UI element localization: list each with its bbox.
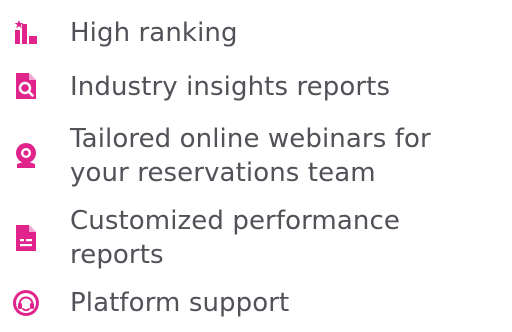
feature-label: Tailored online webinars for your reserv… [70,122,506,190]
report-document-icon [12,224,40,252]
feature-item-performance-reports: Customized performance reports [0,202,512,274]
feature-label-line: reports [70,240,164,270]
bar-chart-star-icon [12,18,40,46]
feature-label-line: Tailored online webinars for [70,124,431,154]
feature-list: High ranking Industry insights reports T… [0,0,512,332]
feature-label-line: Customized performance [70,206,400,236]
feature-label: Platform support [70,288,290,318]
feature-label: High ranking [70,18,238,48]
feature-item-platform-support: Platform support [0,284,512,324]
feature-item-high-ranking: High ranking [0,14,512,54]
document-search-icon [12,72,40,100]
feature-label: Customized performance reports [70,204,506,272]
webcam-icon [12,142,40,170]
headset-support-icon [12,289,40,317]
feature-item-webinars: Tailored online webinars for your reserv… [0,120,512,192]
feature-label: Industry insights reports [70,72,391,102]
feature-label-line: your reservations team [70,158,376,188]
feature-item-industry-insights: Industry insights reports [0,68,512,108]
